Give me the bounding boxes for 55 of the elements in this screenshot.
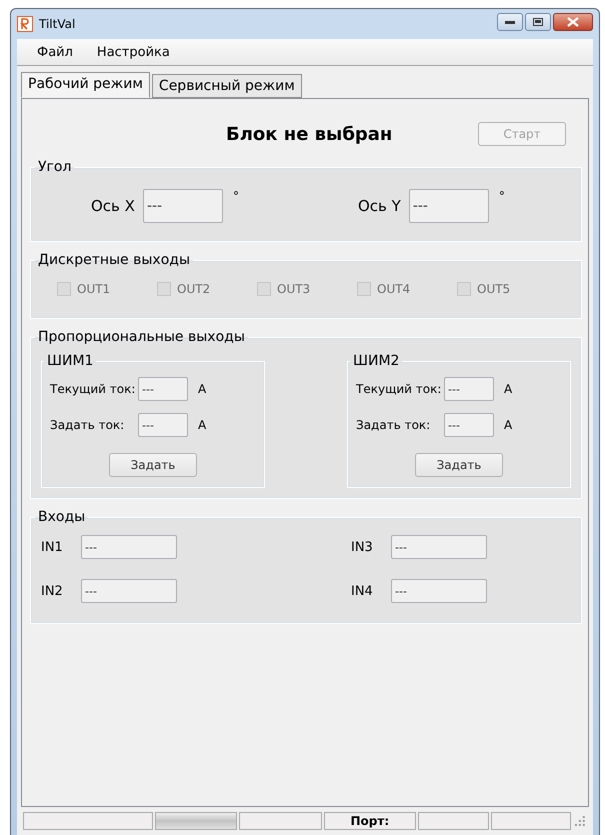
input-label: IN4	[351, 584, 371, 598]
degree-unit: °	[498, 189, 505, 203]
maximize-button[interactable]	[525, 13, 551, 31]
input-label: IN1	[41, 540, 61, 554]
set-current-field[interactable]: ---	[138, 413, 188, 437]
menu-item[interactable]: Настройка	[86, 42, 180, 62]
status-panel: Порт:	[324, 812, 416, 830]
field-label: Задать ток:	[356, 418, 432, 432]
field-label: Текущий ток:	[356, 382, 442, 396]
axis-label: Ось X	[91, 197, 135, 215]
angle-field[interactable]: ---	[408, 189, 489, 223]
tab[interactable]: Сервисный режим	[152, 74, 302, 98]
unit-label: А	[504, 382, 512, 396]
input-field[interactable]: ---	[81, 535, 177, 559]
current-field[interactable]: ---	[138, 377, 188, 401]
resize-grip-icon[interactable]	[573, 814, 588, 828]
group-title: Пропорциональные выходы	[37, 329, 246, 345]
window-title: TiltVal	[39, 17, 76, 31]
minimize-button[interactable]	[497, 13, 523, 31]
set-button[interactable]: Задать	[109, 453, 197, 477]
app-logo-icon	[17, 16, 33, 32]
close-icon	[567, 17, 579, 27]
input-field[interactable]: ---	[81, 579, 177, 603]
group-title: ШИМ2	[352, 353, 400, 369]
input-field[interactable]: ---	[391, 535, 487, 559]
group-title: Угол	[37, 159, 72, 175]
checkbox-label: OUT5	[477, 282, 510, 296]
menu-item[interactable]: Файл	[27, 42, 83, 62]
status-heading: Блок не выбран	[226, 124, 392, 144]
input-label: IN2	[41, 584, 61, 598]
input-label: IN3	[351, 540, 371, 554]
minimize-icon	[505, 20, 515, 24]
degree-unit: °	[232, 189, 239, 203]
field-label: Задать ток:	[50, 418, 126, 432]
unit-label: А	[198, 418, 206, 432]
set-current-field[interactable]: ---	[444, 413, 494, 437]
checkbox-label: OUT2	[177, 282, 210, 296]
angle-field[interactable]: ---	[142, 189, 223, 223]
checkbox-label: OUT1	[77, 282, 110, 296]
current-field[interactable]: ---	[444, 377, 494, 401]
unit-label: А	[198, 382, 206, 396]
group-title: ШИМ1	[46, 353, 94, 369]
maximize-icon	[533, 18, 543, 26]
close-button[interactable]	[553, 13, 593, 31]
group-title: Дискретные выходы	[37, 252, 192, 268]
group-title: Входы	[37, 509, 86, 525]
status-panel	[418, 812, 489, 830]
set-button[interactable]: Задать	[415, 453, 503, 477]
unit-label: А	[504, 418, 512, 432]
field-label: Текущий ток:	[50, 382, 136, 396]
axis-label: Ось Y	[358, 197, 401, 215]
input-field[interactable]: ---	[391, 579, 487, 603]
checkbox-label: OUT4	[377, 282, 410, 296]
tab[interactable]: Рабочий режим	[21, 72, 150, 98]
checkbox-label: OUT3	[277, 282, 310, 296]
